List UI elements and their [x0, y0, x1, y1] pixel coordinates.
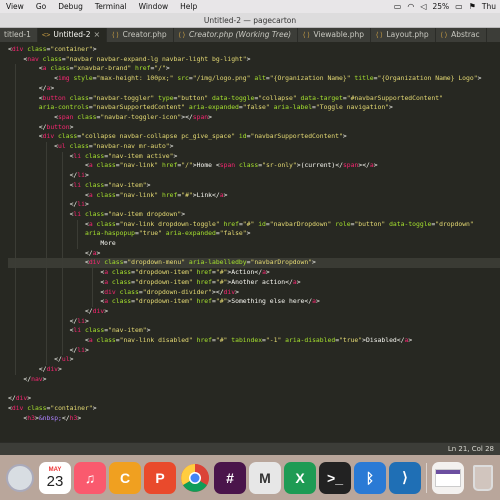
tab-layout-php[interactable]: ⟨⟩ Layout.php — [371, 28, 436, 42]
menu-debug[interactable]: Debug — [52, 0, 89, 13]
indent-guide — [46, 142, 47, 366]
code-line[interactable]: </div> — [8, 394, 31, 404]
code-line[interactable]: <li class="nav-item dropdown"> — [8, 210, 186, 220]
menu-help[interactable]: Help — [174, 0, 203, 13]
window-title: Untitled-2 — pagecarton — [203, 16, 297, 25]
code-line[interactable]: <a class="nav-link disabled" href="#" ta… — [8, 336, 412, 346]
code-line[interactable]: <div class="container"> — [8, 45, 97, 55]
code-line[interactable]: <a class="nav-link" href="/">Home <span … — [8, 161, 378, 171]
code-line[interactable]: <h3>&nbsp;</h3> — [8, 414, 81, 424]
calendar-day: 23 — [46, 472, 64, 490]
flag-icon[interactable]: ⚑ — [469, 0, 476, 13]
php-file-icon: ⟨⟩ — [111, 31, 120, 39]
code-line[interactable]: </div> — [8, 307, 108, 317]
airplay-icon[interactable]: ▭ — [394, 0, 402, 13]
indent-guide — [92, 268, 93, 307]
menu-terminal[interactable]: Terminal — [89, 0, 133, 13]
xampp-app-icon[interactable]: X — [284, 461, 316, 494]
calendar-app-icon[interactable]: MAY 23 — [39, 461, 71, 494]
code-line[interactable]: <div class="dropdown-menu" aria-labelled… — [8, 258, 500, 269]
php-file-icon: ⟨⟩ — [375, 31, 384, 39]
editor-tab-bar: titled-1 <> Untitled-2 × ⟨⟩ Creator.php ⟨⟩ Crea… — [0, 28, 500, 42]
wifi-icon[interactable]: ◠ — [407, 0, 414, 13]
code-line[interactable]: <a class="dropdown-item" href="#">Someth… — [8, 297, 319, 307]
wps-app-icon[interactable]: P — [144, 461, 176, 494]
menu-view[interactable]: View — [0, 0, 30, 13]
music-app-icon[interactable]: ♫ — [74, 461, 106, 494]
code-line[interactable]: </a> — [8, 249, 100, 259]
battery-percent[interactable]: 25% — [433, 2, 450, 11]
tab-creator-php[interactable]: ⟨⟩ Creator.php — [107, 28, 174, 42]
code-line[interactable]: <a class="xnavbar-brand" href="/"> — [8, 64, 170, 74]
tab-creator-php-working-tree[interactable]: ⟨⟩ Creator.php (Working Tree) — [174, 28, 299, 42]
code-line[interactable]: aria-haspopup="true" aria-expanded="fals… — [8, 229, 251, 239]
tab-label: Layout.php — [386, 30, 429, 39]
php-file-icon: ⟨⟩ — [302, 31, 311, 39]
screenshot-thumb-icon[interactable] — [432, 461, 464, 494]
code-line[interactable]: <a class="dropdown-item" href="#">Action… — [8, 268, 269, 278]
code-line[interactable]: <div class="dropdown-divider"></div> — [8, 288, 239, 298]
code-line[interactable]: aria-controls="navbarSupportedContent" a… — [8, 103, 393, 113]
dock-separator — [426, 462, 427, 493]
tab-untitled-2[interactable]: <> Untitled-2 × — [37, 28, 108, 42]
code-line[interactable]: <li class="nav-item active"> — [8, 152, 178, 162]
code-line[interactable]: <nav class="navbar navbar-expand-lg navb… — [8, 55, 250, 65]
indent-guide — [62, 151, 63, 356]
code-line[interactable]: </li> — [8, 200, 89, 210]
code-line[interactable]: </li> — [8, 346, 89, 356]
code-line[interactable]: <a class="nav-link" href="#">Link</a> — [8, 191, 228, 201]
code-line[interactable]: <ul class="navbar-nav mr-auto"> — [8, 142, 173, 152]
code-line[interactable]: </li> — [8, 171, 89, 181]
terminal-app-icon[interactable]: >_ — [319, 461, 351, 494]
close-tab-icon[interactable]: × — [94, 28, 101, 42]
slack-app-icon[interactable]: # — [214, 461, 246, 494]
tab-label: Viewable.php — [313, 30, 365, 39]
volume-icon[interactable]: ◁ — [420, 0, 426, 13]
macos-dock: MAY 23 ♫ C P # M X >_ ᛒ ⟩ — [0, 455, 500, 500]
code-line[interactable]: <li class="nav-item"> — [8, 181, 151, 191]
macos-menu-bar: View Go Debug Terminal Window Help ▭ ◠ ◁… — [0, 0, 500, 13]
tab-abstrac[interactable]: ⟨⟩ Abstrac — [436, 28, 487, 42]
tab-label: Abstrac — [451, 30, 480, 39]
code-line[interactable]: <div class="collapse navbar-collapse pc_… — [8, 132, 347, 142]
vlc-app-icon[interactable]: C — [109, 461, 141, 494]
status-bar: Ln 21, Col 28 — [0, 442, 500, 455]
bluetooth-app-icon[interactable]: ᛒ — [354, 461, 386, 494]
code-editor[interactable]: <div class="container"> <nav class="navb… — [0, 42, 500, 442]
code-line[interactable]: <li class="nav-item"> — [8, 326, 151, 336]
code-line[interactable]: </li> — [8, 317, 89, 327]
battery-icon[interactable]: ▭ — [455, 0, 463, 13]
trash-app-icon[interactable] — [467, 462, 499, 494]
launchpad-app-icon[interactable] — [4, 462, 36, 494]
indent-guide — [15, 64, 16, 375]
code-line[interactable]: <button class="navbar-toggler" type="but… — [8, 94, 443, 104]
code-line[interactable]: <a class="dropdown-item" href="#">Anothe… — [8, 278, 300, 288]
code-line[interactable]: <div class="container"> — [8, 404, 97, 414]
vscode-app-icon[interactable]: ⟩ — [389, 461, 421, 494]
menu-go[interactable]: Go — [30, 0, 52, 13]
html-file-icon: <> — [41, 31, 51, 39]
indent-guide — [77, 219, 78, 249]
menu-window[interactable]: Window — [133, 0, 175, 13]
tab-label: titled-1 — [4, 30, 31, 39]
code-line[interactable]: </ul> — [8, 355, 73, 365]
chrome-app-icon[interactable] — [179, 462, 211, 494]
code-line[interactable]: </button> — [8, 123, 74, 133]
status-area: ▭ ◠ ◁ 25% ▭ ⚑ Thu — [394, 0, 500, 13]
tab-label: Untitled-2 — [53, 30, 91, 39]
code-line[interactable]: <img style="max-height: 100px;" src="/im… — [8, 74, 481, 84]
window-title-bar: Untitled-2 — pagecarton — [0, 13, 500, 28]
mamp-app-icon[interactable]: M — [249, 461, 281, 494]
code-line[interactable]: </nav> — [8, 375, 46, 385]
tab-label: Creator.php — [122, 30, 167, 39]
clock-day[interactable]: Thu — [482, 2, 496, 11]
tab-label: Creator.php (Working Tree) — [189, 30, 292, 39]
tab-titled-1[interactable]: titled-1 — [0, 28, 38, 42]
code-line[interactable]: <span class="navbar-toggler-icon"></span… — [8, 113, 212, 123]
php-file-icon: ⟨⟩ — [439, 31, 449, 39]
php-file-icon: ⟨⟩ — [177, 31, 187, 39]
code-line[interactable]: </div> — [8, 365, 62, 375]
tab-viewable-php[interactable]: ⟨⟩ Viewable.php — [298, 28, 372, 42]
